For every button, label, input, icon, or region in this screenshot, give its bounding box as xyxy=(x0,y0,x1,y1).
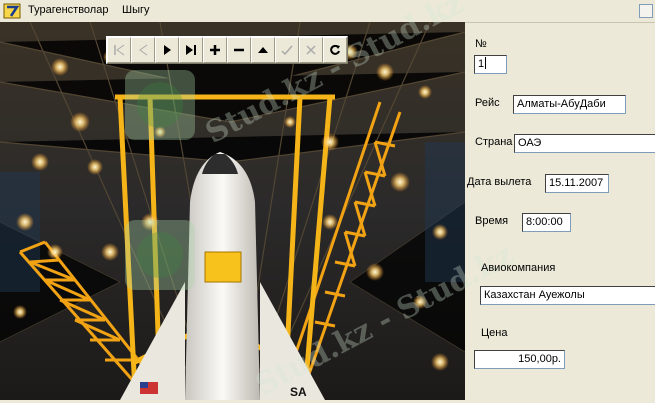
time-field[interactable]: 8:00:00 xyxy=(522,213,571,232)
time-label: Время xyxy=(475,215,509,227)
background-photo: SA xyxy=(0,22,465,400)
last-record-icon xyxy=(186,45,196,55)
nav-post-button[interactable] xyxy=(275,37,299,63)
airline-label: Авиокомпания xyxy=(481,262,556,274)
app-icon xyxy=(3,3,21,19)
nav-cancel-button[interactable] xyxy=(299,37,323,63)
cancel-edit-icon xyxy=(306,45,316,55)
post-edit-icon xyxy=(281,45,293,56)
nav-last-button[interactable] xyxy=(179,37,203,63)
nav-refresh-button[interactable] xyxy=(323,37,347,63)
departure-date-label: Дата вылета xyxy=(467,176,532,188)
nav-prior-button[interactable] xyxy=(131,37,155,63)
nav-first-button[interactable] xyxy=(107,37,131,63)
number-field[interactable]: 1 xyxy=(474,55,507,74)
country-label: Страна xyxy=(475,136,513,148)
photo-illustration: SA xyxy=(0,22,465,400)
price-field[interactable]: 150,00р. xyxy=(474,350,565,369)
window-control[interactable] xyxy=(639,4,653,18)
country-field[interactable]: ОАЭ xyxy=(514,134,655,153)
departure-date-field[interactable]: 15.11.2007 xyxy=(545,174,609,193)
first-record-icon xyxy=(114,44,125,56)
number-label: № xyxy=(475,38,487,50)
svg-text:SA: SA xyxy=(290,385,307,399)
flight-field[interactable]: Алматы-АбуДаби xyxy=(513,95,626,114)
nav-insert-button[interactable] xyxy=(203,37,227,63)
prior-record-icon xyxy=(139,44,148,56)
menu-item-tour-agencies[interactable]: Турагенстволар xyxy=(25,4,111,16)
nav-edit-button[interactable] xyxy=(251,37,275,63)
refresh-icon xyxy=(330,44,340,55)
delete-record-icon xyxy=(234,48,244,52)
nav-delete-button[interactable] xyxy=(227,37,251,63)
price-label: Цена xyxy=(481,327,508,339)
db-navigator xyxy=(106,36,348,64)
insert-record-icon xyxy=(210,45,220,55)
menu-item-exit[interactable]: Шыгу xyxy=(119,4,153,16)
next-record-icon xyxy=(164,45,171,55)
edit-record-icon xyxy=(258,47,268,53)
airline-field[interactable]: Казахстан Ауежолы xyxy=(480,286,655,305)
nav-next-button[interactable] xyxy=(155,37,179,63)
menu-bar: Турагенстволар Шыгу xyxy=(0,0,655,23)
text-caret xyxy=(485,57,487,69)
flight-label: Рейс xyxy=(475,97,500,109)
